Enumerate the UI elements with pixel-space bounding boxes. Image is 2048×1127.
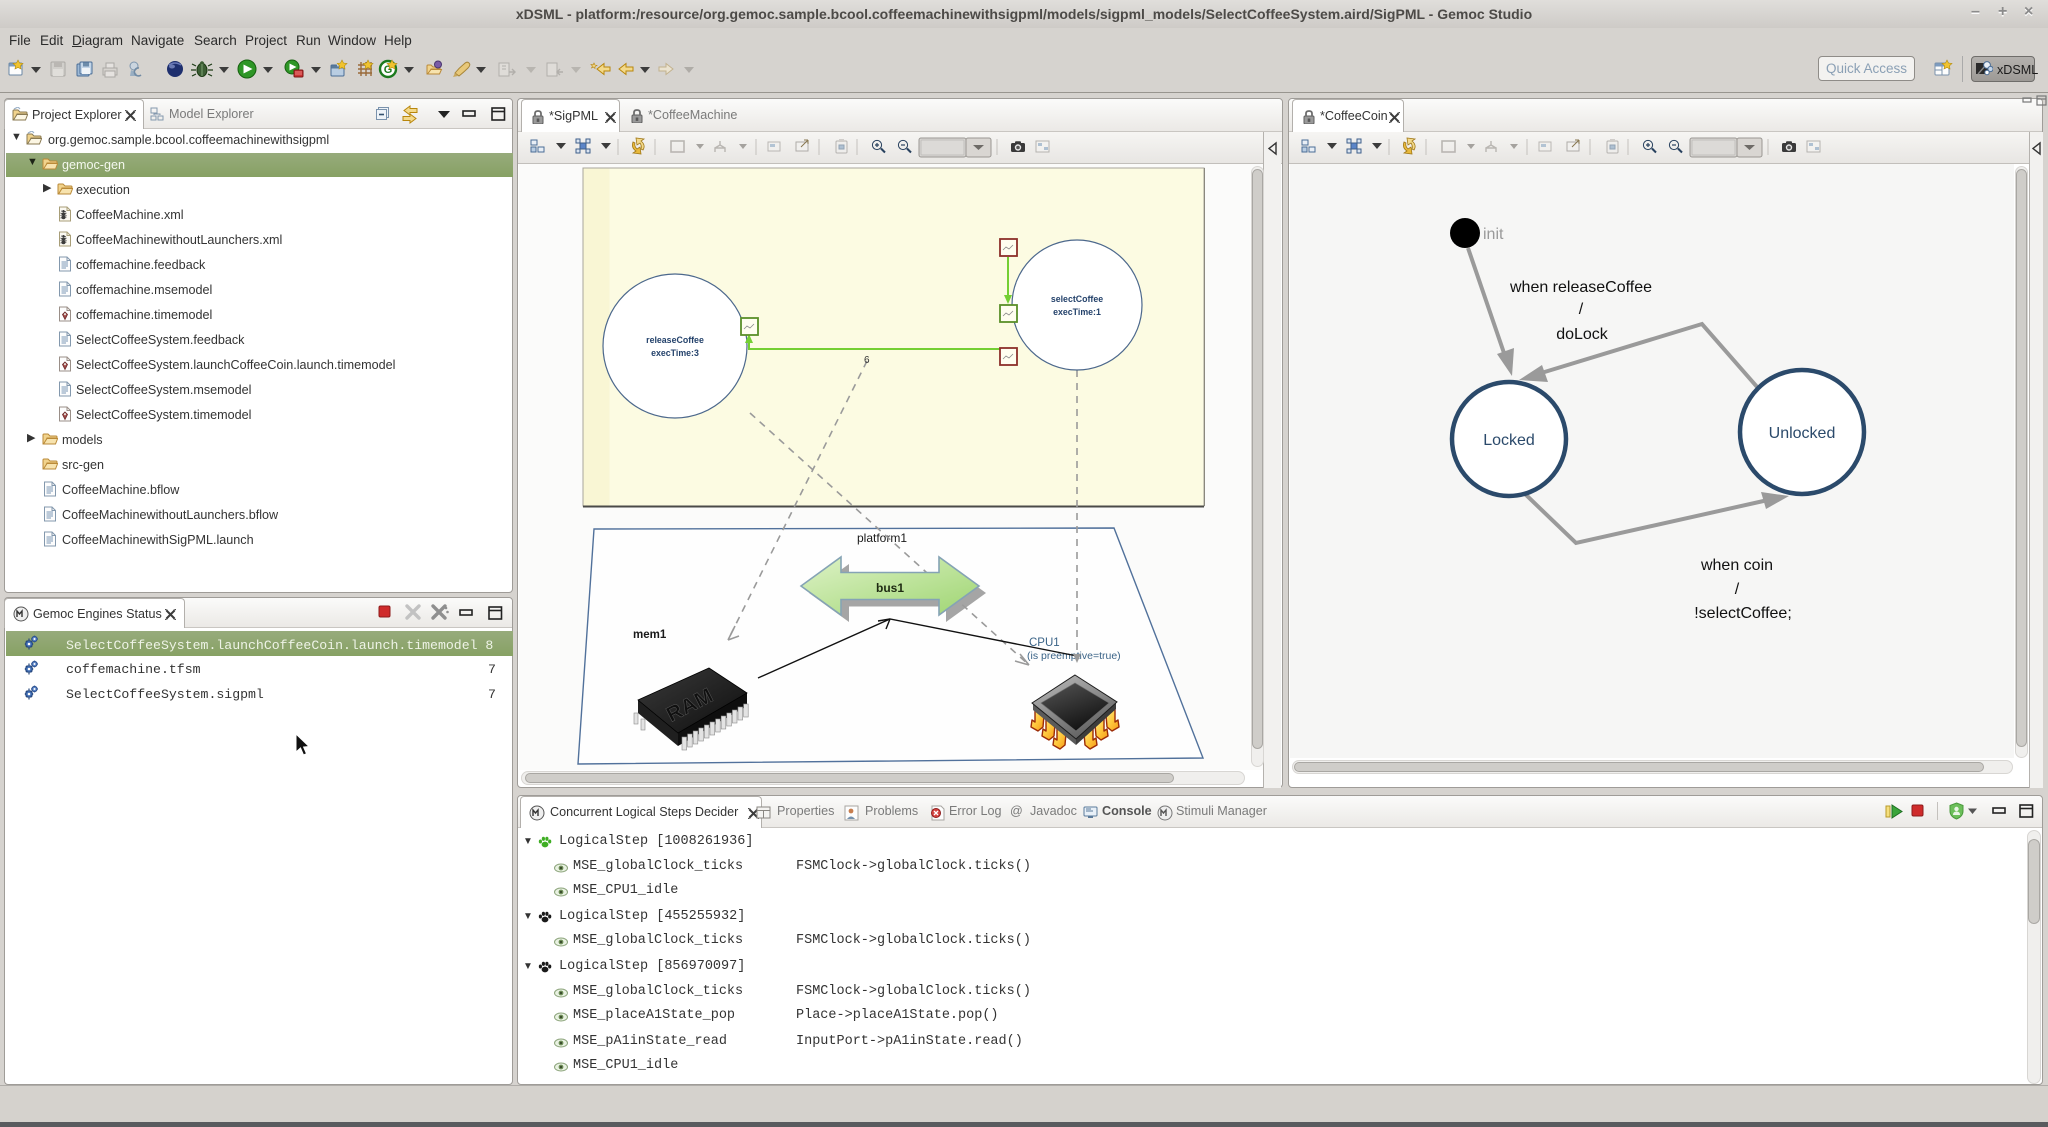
svg-text:init: init bbox=[1483, 226, 1504, 243]
svg-text:/: / bbox=[1579, 301, 1584, 318]
svg-text:Unlocked: Unlocked bbox=[1769, 425, 1836, 442]
svg-text:execTime:3: execTime:3 bbox=[651, 348, 699, 358]
svg-text:when releaseCoffee: when releaseCoffee bbox=[1509, 279, 1652, 296]
svg-text:6: 6 bbox=[864, 355, 870, 366]
svg-text:selectCoffee: selectCoffee bbox=[1051, 294, 1103, 304]
svg-text:platform1: platform1 bbox=[857, 531, 907, 545]
svg-text:when coin: when coin bbox=[1700, 557, 1773, 574]
svg-text:/: / bbox=[1735, 581, 1740, 598]
svg-text:doLock: doLock bbox=[1556, 326, 1609, 343]
svg-text:Locked: Locked bbox=[1483, 432, 1535, 449]
svg-text:releaseCoffee: releaseCoffee bbox=[646, 335, 704, 345]
svg-text:!selectCoffee;: !selectCoffee; bbox=[1694, 605, 1792, 622]
svg-text:mem1: mem1 bbox=[633, 629, 667, 641]
svg-text:bus1: bus1 bbox=[876, 581, 904, 595]
svg-text:execTime:1: execTime:1 bbox=[1053, 307, 1101, 317]
